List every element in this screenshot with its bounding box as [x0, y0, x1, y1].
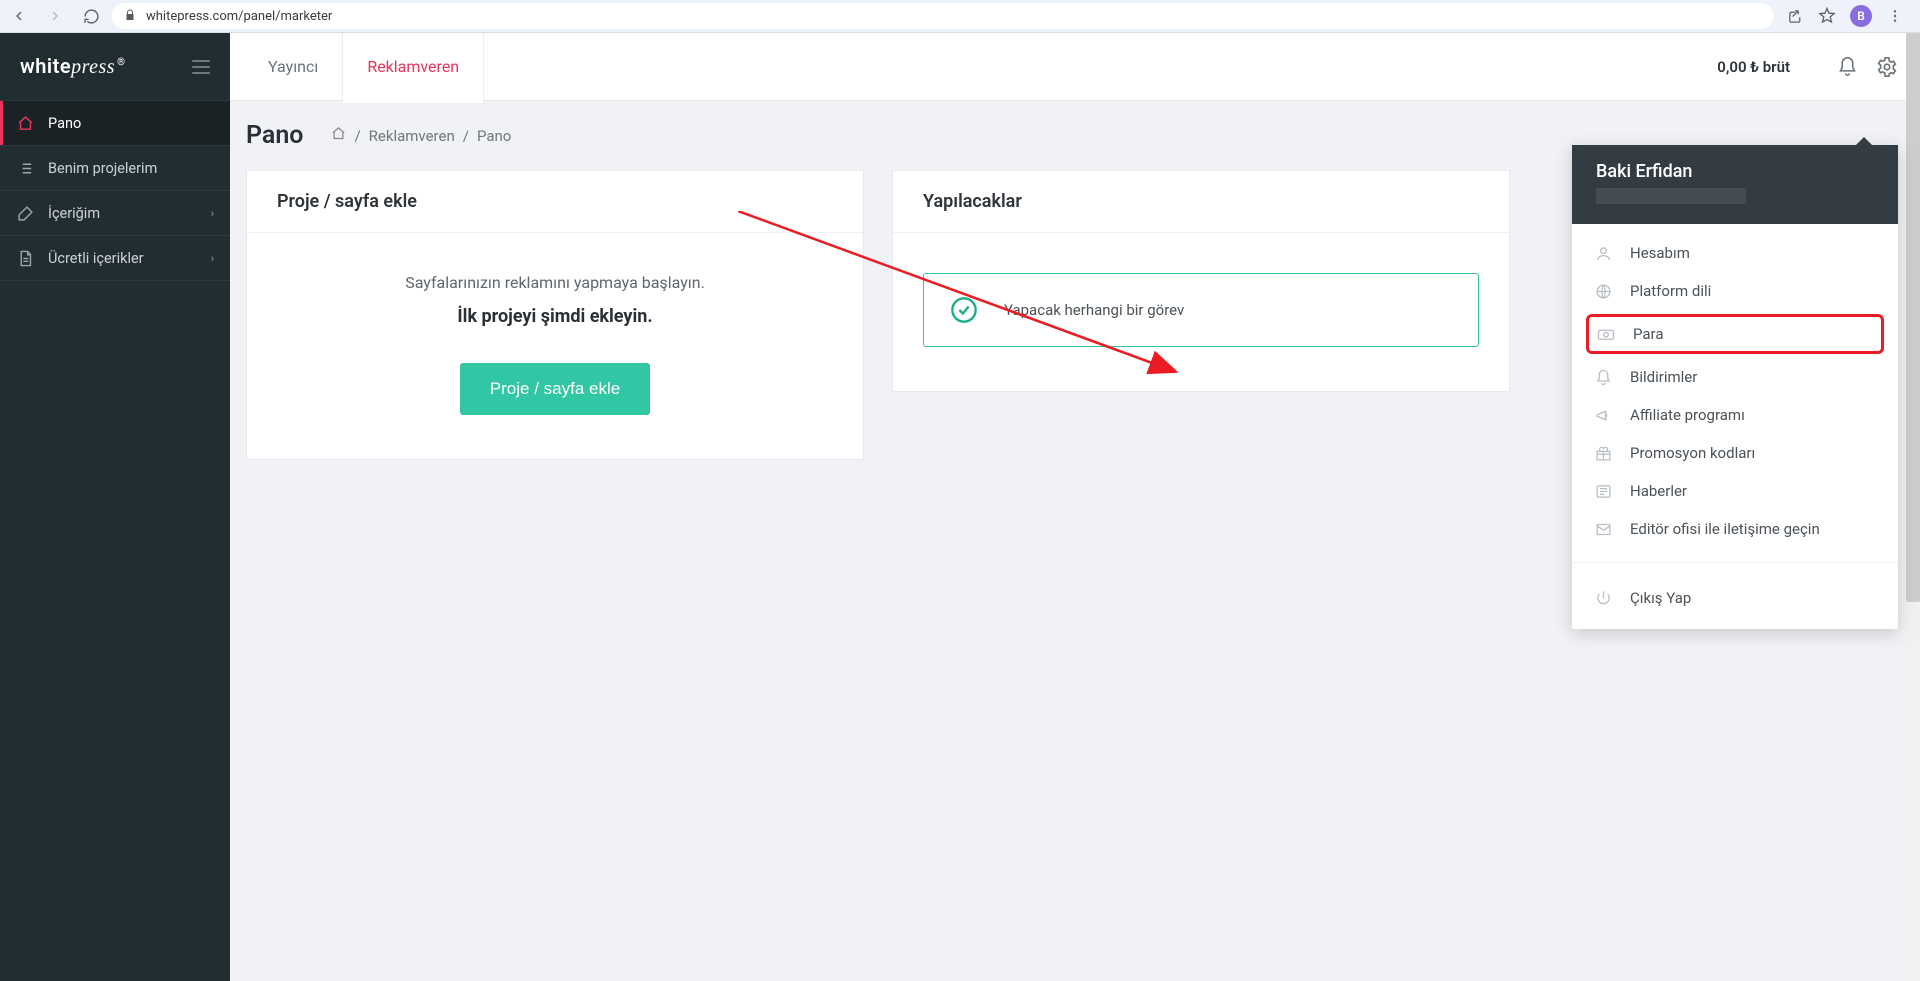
page-title: Pano [246, 121, 303, 150]
menu-promo[interactable]: Promosyon kodları [1572, 434, 1898, 472]
sidebar-item-pano[interactable]: Pano [0, 101, 230, 146]
address-bar[interactable]: whitepress.com/panel/marketer [112, 3, 1774, 29]
project-bold: İlk projeyi şimdi ekleyin. [277, 306, 833, 327]
menu-contact[interactable]: Editör ofisi ile iletişime geçin [1572, 510, 1898, 548]
crumb-current: Pano [477, 127, 511, 145]
sidebar-item-label: İçeriğim [48, 205, 100, 222]
sidebar-item-label: Ücretli içerikler [48, 250, 144, 267]
lock-icon [124, 9, 136, 24]
crumb-parent[interactable]: Reklamveren [369, 127, 455, 145]
browser-forward[interactable] [46, 7, 64, 25]
project-desc: Sayfalarınızın reklamını yapmaya başlayı… [277, 273, 833, 292]
chevron-right-icon: › [211, 252, 214, 265]
mail-icon [1594, 521, 1612, 538]
news-icon [1594, 483, 1612, 500]
menu-logout[interactable]: Çıkış Yap [1572, 579, 1898, 617]
menu-account[interactable]: Hesabım [1572, 234, 1898, 272]
menu-label: Affiliate programı [1630, 406, 1745, 424]
sidebar: whitepress® Pano Benim projelerim İçeriğ… [0, 33, 230, 981]
menu-news[interactable]: Haberler [1572, 472, 1898, 510]
star-icon[interactable] [1818, 7, 1836, 25]
sidebar-item-label: Pano [48, 115, 81, 132]
crumb-sep: / [354, 127, 360, 145]
breadcrumb: / Reklamveren / Pano [331, 126, 511, 145]
sidebar-header: whitepress® [0, 33, 230, 101]
chevron-right-icon: › [211, 207, 214, 220]
dropdown-user-name: Baki Erfidan [1596, 161, 1874, 182]
check-circle-icon [950, 296, 978, 324]
menu-label: Hesabım [1630, 244, 1690, 262]
home-icon[interactable] [331, 126, 346, 145]
share-icon[interactable] [1786, 7, 1804, 25]
profile-avatar[interactable]: B [1850, 5, 1872, 27]
tab-publisher[interactable]: Yayıncı [244, 33, 342, 100]
role-tabs: Yayıncı Reklamveren [230, 33, 484, 100]
menu-label: Promosyon kodları [1630, 444, 1755, 462]
user-icon [1594, 245, 1612, 262]
topbar: Yayıncı Reklamveren 0,00 ₺ brüt [230, 33, 1920, 101]
crumb-sep: / [463, 127, 469, 145]
gear-icon[interactable] [1876, 56, 1898, 78]
browser-bar: whitepress.com/panel/marketer B [0, 0, 1920, 33]
megaphone-icon [1594, 407, 1612, 424]
sidebar-item-label: Benim projelerim [48, 160, 157, 177]
menu-label: Haberler [1630, 482, 1687, 500]
card-title: Proje / sayfa ekle [247, 171, 863, 233]
todo-ok-text: Yapacak herhangi bir görev [1004, 301, 1184, 319]
menu-label: Platform dili [1630, 282, 1711, 300]
sidebar-item-content[interactable]: İçeriğim › [0, 191, 230, 236]
balance[interactable]: 0,00 ₺ brüt [1717, 58, 1790, 76]
card-todo: Yapılacaklar Yapacak herhangi bir görev [892, 170, 1510, 392]
tab-advertiser[interactable]: Reklamveren [342, 33, 484, 100]
card-add-project: Proje / sayfa ekle Sayfalarınızın reklam… [246, 170, 864, 460]
bell-icon[interactable] [1836, 56, 1858, 78]
menu-language[interactable]: Platform dili [1572, 272, 1898, 310]
browser-menu-icon[interactable] [1886, 7, 1904, 25]
menu-label: Bildirimler [1630, 368, 1697, 386]
logo-press: press [71, 56, 115, 78]
menu-label: Çıkış Yap [1630, 589, 1691, 607]
home-icon [16, 115, 34, 132]
menu-affiliate[interactable]: Affiliate programı [1572, 396, 1898, 434]
menu-toggle-icon[interactable] [192, 60, 210, 74]
file-icon [16, 250, 34, 267]
app-root: whitepress® Pano Benim projelerim İçeriğ… [0, 33, 1920, 981]
list-icon [16, 160, 34, 177]
dropdown-user-meta [1596, 188, 1746, 204]
edit-icon [16, 205, 34, 222]
globe-icon [1594, 283, 1612, 300]
todo-ok: Yapacak herhangi bir görev [923, 273, 1479, 347]
user-dropdown: Baki Erfidan Hesabım Platform dili Para … [1572, 145, 1898, 629]
scrollbar-track[interactable] [1906, 33, 1920, 981]
url-text: whitepress.com/panel/marketer [146, 9, 332, 24]
power-icon [1594, 590, 1612, 607]
add-project-button[interactable]: Proje / sayfa ekle [460, 363, 650, 415]
browser-back[interactable] [10, 7, 28, 25]
logo: whitepress® [20, 54, 125, 79]
menu-notifications[interactable]: Bildirimler [1572, 358, 1898, 396]
bell-icon [1594, 369, 1612, 386]
menu-label: Editör ofisi ile iletişime geçin [1630, 520, 1820, 538]
menu-label: Para [1633, 325, 1664, 343]
gift-icon [1594, 445, 1612, 462]
menu-money-highlighted[interactable]: Para [1586, 314, 1884, 354]
logo-reg: ® [117, 57, 125, 68]
sidebar-item-projects[interactable]: Benim projelerim [0, 146, 230, 191]
scrollbar-thumb[interactable] [1906, 33, 1920, 602]
money-icon [1597, 325, 1615, 343]
browser-reload[interactable] [82, 7, 100, 25]
logo-white: white [20, 54, 71, 78]
card-title: Yapılacaklar [893, 171, 1509, 233]
dropdown-header: Baki Erfidan [1572, 145, 1898, 224]
sidebar-item-paid[interactable]: Ücretli içerikler › [0, 236, 230, 281]
